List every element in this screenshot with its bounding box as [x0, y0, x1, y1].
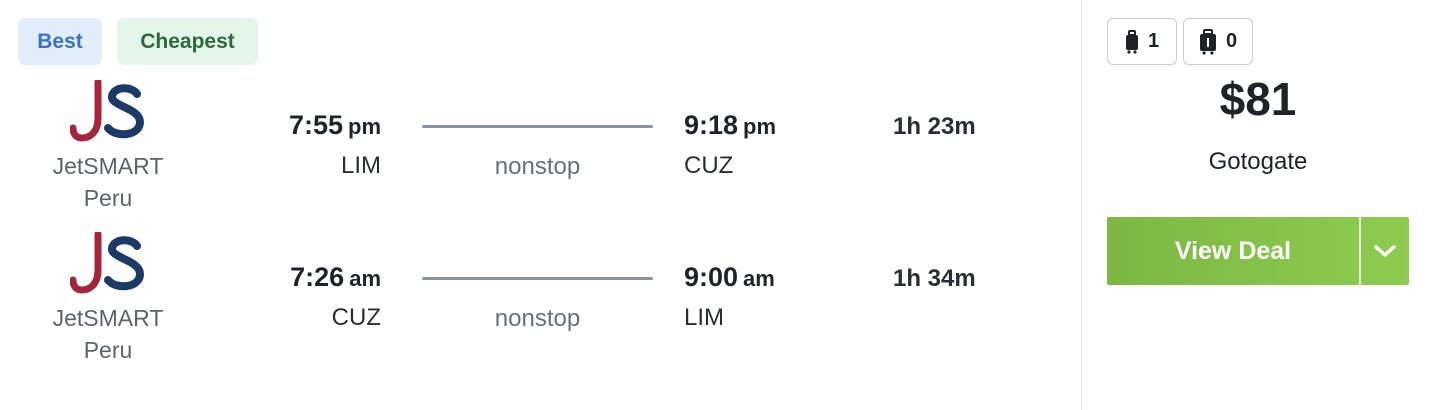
airline-logo-icon — [70, 232, 145, 294]
flight-leg-outbound: JetSMART Peru 7:55 pm LIM nonstop 9:18 pm … — [0, 80, 1082, 220]
deal-options-toggle[interactable] — [1361, 217, 1409, 285]
carry-on-count: 1 — [1147, 30, 1160, 52]
flight-leg-return: JetSMART Peru 7:26 am CUZ nonstop 9:00 am … — [0, 232, 1082, 372]
carry-on-bag-indicator[interactable]: 1 — [1107, 18, 1177, 65]
stops-label: nonstop — [494, 153, 581, 180]
price-section: 1 0 $81 Gotogate View Deal — [1082, 0, 1430, 410]
view-deal-button[interactable]: View Deal — [1107, 217, 1359, 285]
departure-airport-code: LIM — [340, 152, 381, 179]
departure-time: 7:55 pm — [288, 110, 381, 140]
carry-on-bag-icon — [1125, 29, 1138, 54]
itinerary-section[interactable]: Best Cheapest JetSMART Peru 7:55 pm LIM n… — [0, 0, 1082, 410]
airline-name: JetSMART Peru — [52, 153, 164, 211]
arrival-time: 9:18 pm — [684, 110, 777, 140]
checked-bag-indicator[interactable]: 0 — [1183, 18, 1253, 65]
view-deal-button-group: View Deal — [1107, 217, 1409, 285]
stops-label: nonstop — [494, 305, 581, 332]
best-badge: Best — [18, 18, 102, 65]
checked-bag-icon — [1199, 28, 1216, 55]
price-value: $81 — [1219, 73, 1297, 125]
departure-airport-code: CUZ — [331, 304, 381, 331]
flight-duration: 1h 34m — [893, 265, 976, 292]
flight-duration: 1h 23m — [893, 113, 976, 140]
route-line — [422, 125, 653, 128]
arrival-time: 9:00 am — [684, 262, 775, 292]
checked-bag-count: 0 — [1225, 30, 1238, 52]
cheapest-badge: Cheapest — [117, 18, 258, 65]
provider-name: Gotogate — [1208, 148, 1308, 175]
chevron-down-icon — [1374, 245, 1396, 257]
departure-time: 7:26 am — [290, 262, 381, 292]
arrival-airport-code: LIM — [684, 304, 725, 331]
arrival-airport-code: CUZ — [684, 152, 734, 179]
airline-logo-icon — [70, 80, 145, 142]
flight-result-card[interactable]: Best Cheapest JetSMART Peru 7:55 pm LIM n… — [0, 0, 1430, 410]
route-line — [422, 277, 653, 280]
airline-name: JetSMART Peru — [52, 305, 164, 363]
